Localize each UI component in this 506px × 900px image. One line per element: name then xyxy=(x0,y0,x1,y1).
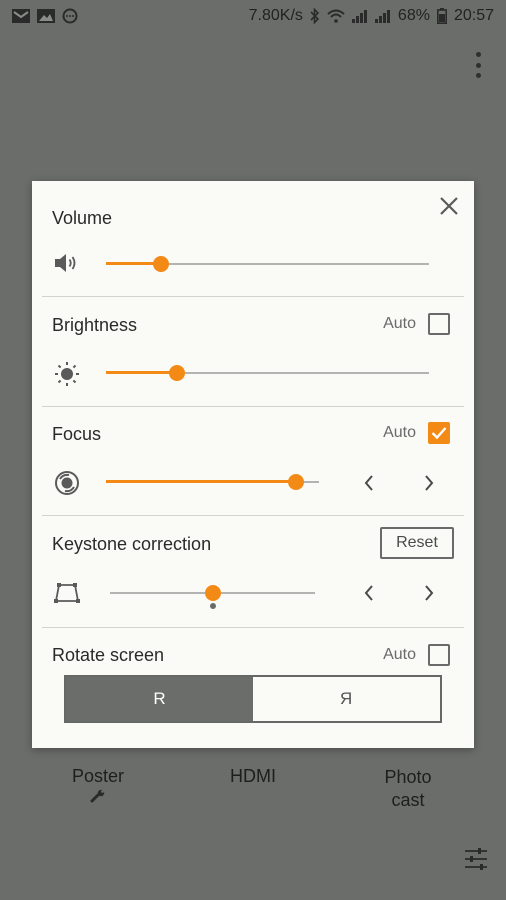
clock: 20:57 xyxy=(453,7,494,24)
divider xyxy=(42,406,464,407)
photo-icon xyxy=(37,9,55,23)
poster-nav-item[interactable]: Poster xyxy=(52,766,144,803)
divider xyxy=(42,296,464,297)
photo-cast-label-line2: cast xyxy=(391,790,425,810)
focus-prev-button[interactable] xyxy=(359,471,379,495)
close-icon[interactable] xyxy=(438,195,460,217)
wrench-icon xyxy=(90,789,105,803)
battery-icon xyxy=(436,8,447,24)
rotate-mirrored-label: R xyxy=(340,689,353,708)
hdmi-nav-item[interactable]: HDMI xyxy=(208,766,298,787)
keystone-slider-thumb[interactable] xyxy=(204,585,221,601)
hdmi-label: HDMI xyxy=(230,766,276,786)
focus-auto-label: Auto xyxy=(383,424,416,441)
keystone-center-marker xyxy=(210,603,216,609)
brightness-auto-checkbox[interactable] xyxy=(428,313,450,335)
signal-icon-2 xyxy=(374,9,391,23)
brightness-title: Brightness xyxy=(52,315,138,335)
signal-icon-1 xyxy=(351,9,368,23)
focus-slider-thumb[interactable] xyxy=(287,474,304,490)
brightness-slider[interactable] xyxy=(106,363,429,383)
status-bar: 7.80K/s 68% 20:57 xyxy=(0,0,506,32)
keystone-icon xyxy=(54,583,80,603)
rotate-mirrored-option[interactable]: R xyxy=(253,677,440,721)
brightness-auto-label: Auto xyxy=(383,315,416,332)
volume-title: Volume xyxy=(52,208,113,228)
focus-title: Focus xyxy=(52,424,102,444)
projector-settings-dialog: Volume Brightness Auto Focus Auto Keysto… xyxy=(32,181,474,748)
rotate-auto-row: Auto xyxy=(383,644,450,666)
divider xyxy=(42,515,464,516)
focus-slider[interactable] xyxy=(106,472,319,492)
bluetooth-icon xyxy=(310,8,320,24)
keystone-prev-button[interactable] xyxy=(359,581,379,605)
poster-label: Poster xyxy=(71,766,125,786)
settings-sliders-icon[interactable] xyxy=(464,848,488,870)
rotate-normal-option[interactable]: R xyxy=(66,677,253,721)
volume-slider-thumb[interactable] xyxy=(152,256,169,272)
focus-next-button[interactable] xyxy=(419,471,439,495)
chevron-left-icon xyxy=(364,585,373,601)
keystone-next-button[interactable] xyxy=(419,581,439,605)
checkmark-icon xyxy=(431,427,447,440)
chevron-right-icon xyxy=(425,585,434,601)
chevron-left-icon xyxy=(364,475,373,491)
divider xyxy=(42,627,464,628)
brightness-slider-thumb[interactable] xyxy=(169,365,186,381)
chevron-right-icon xyxy=(425,475,434,491)
photo-cast-label-line1: Photo xyxy=(384,767,432,787)
gmail-icon xyxy=(12,9,30,23)
keystone-title: Keystone correction xyxy=(52,534,212,554)
keystone-reset-button[interactable]: Reset xyxy=(380,527,454,559)
status-bar-left xyxy=(12,8,78,24)
volume-slider[interactable] xyxy=(106,254,429,274)
rotate-auto-checkbox[interactable] xyxy=(428,644,450,666)
network-speed: 7.80K/s xyxy=(248,7,303,24)
wifi-icon xyxy=(327,9,345,23)
rotate-auto-label: Auto xyxy=(383,646,416,663)
status-bar-right: 7.80K/s 68% 20:57 xyxy=(249,7,494,25)
rotate-title: Rotate screen xyxy=(52,645,165,665)
battery-percent: 68% xyxy=(397,7,430,24)
rotate-normal-label: R xyxy=(153,689,166,708)
chat-icon xyxy=(62,8,78,24)
keystone-slider[interactable] xyxy=(110,583,315,603)
brightness-sun-icon xyxy=(55,362,79,386)
speaker-icon xyxy=(55,254,76,272)
rotate-segmented-control: R R xyxy=(64,675,442,723)
overflow-menu-icon[interactable] xyxy=(474,52,482,78)
photo-cast-nav-item[interactable]: Photo cast xyxy=(364,766,452,812)
brightness-auto-row: Auto xyxy=(383,313,450,335)
focus-auto-row: Auto xyxy=(383,422,450,444)
focus-auto-checkbox[interactable] xyxy=(428,422,450,444)
focus-icon xyxy=(55,471,79,495)
